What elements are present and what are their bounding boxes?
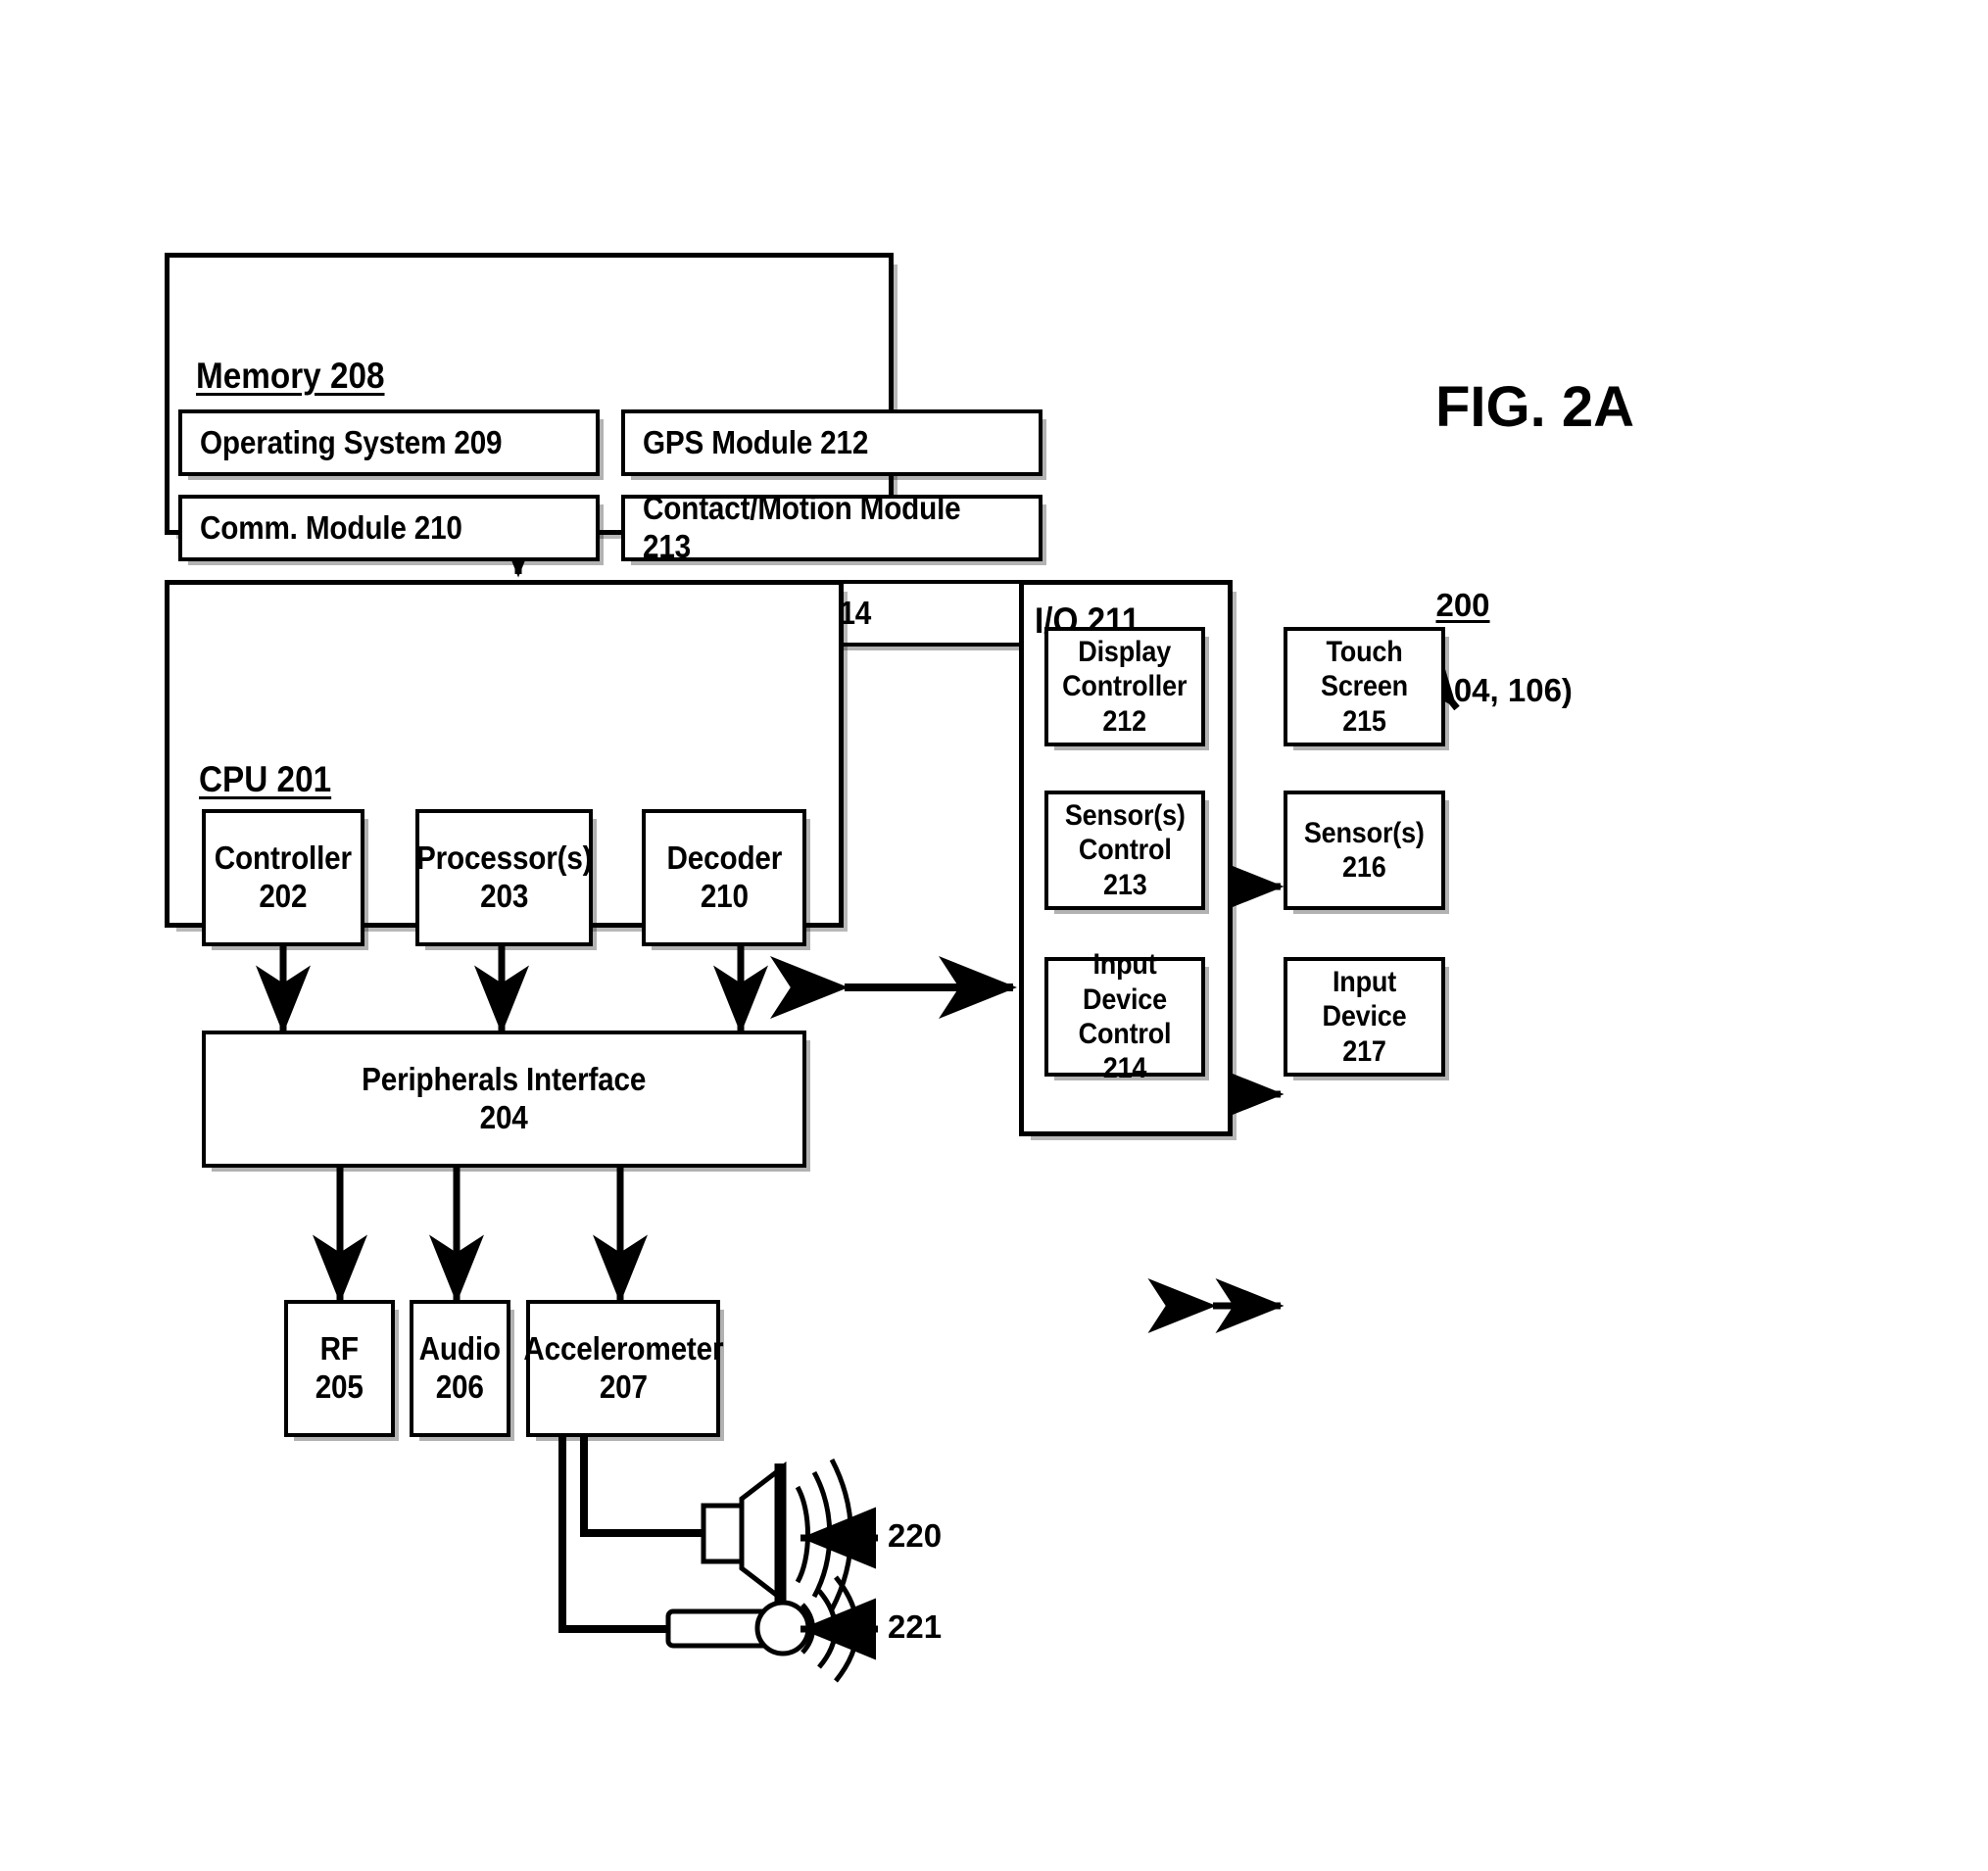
peripheral-accelerometer[interactable]: Accelerometer 207: [522, 1300, 724, 1437]
cpu-block-processor[interactable]: Processor(s) 203: [415, 809, 593, 946]
io-controller-label: Display Controller 212: [1062, 635, 1188, 738]
peripheral-label: Accelerometer 207: [522, 1330, 724, 1405]
io-controller-sensors[interactable]: Sensor(s) Control 213: [1044, 791, 1205, 910]
peripheral-label: RF 205: [315, 1330, 364, 1405]
io-device-label: Input Device 217: [1322, 965, 1407, 1068]
memory-module-label: Contact/Motion Module 213: [643, 490, 961, 564]
memory-module-label: GPS Module 212: [643, 423, 869, 460]
memory-title: Memory 208: [196, 356, 385, 396]
io-device-input-device[interactable]: Input Device 217: [1284, 957, 1445, 1077]
peripheral-rf[interactable]: RF 205: [284, 1300, 395, 1437]
memory-module-label: Operating System 209: [200, 423, 503, 460]
peripherals-interface-block[interactable]: Peripherals Interface 204: [202, 1031, 806, 1168]
cpu-block-decoder[interactable]: Decoder 210: [642, 809, 806, 946]
microphone-icon: [665, 1575, 860, 1683]
memory-module-operating-system[interactable]: Operating System 209: [178, 409, 600, 476]
memory-module-gps[interactable]: GPS Module 212: [621, 409, 1042, 476]
io-controller-label: Input Device Control 214: [1078, 948, 1172, 1085]
io-device-label: Touch Screen 215: [1321, 635, 1408, 738]
memory-module-contact-motion[interactable]: Contact/Motion Module 213: [621, 490, 1042, 564]
io-controller-input-device[interactable]: Input Device Control 214: [1044, 948, 1205, 1084]
io-device-touch-screen[interactable]: Touch Screen 215: [1284, 627, 1445, 746]
microphone-reference-number: 221: [888, 1608, 943, 1645]
peripherals-interface-label: Peripherals Interface 204: [362, 1061, 647, 1135]
patent-figure-page: FIG. 2A 200 (102, 104, 106) Memory 208 O…: [0, 0, 1988, 1871]
cpu-block-label: Decoder 210: [666, 840, 782, 914]
peripheral-audio[interactable]: Audio 206: [410, 1300, 510, 1437]
cpu-title: CPU 201: [199, 759, 332, 799]
cpu-block-label: Processor(s) 203: [415, 840, 593, 914]
figure-title: FIG. 2A: [1435, 375, 1635, 439]
io-controller-display[interactable]: Display Controller 212: [1044, 627, 1205, 746]
io-device-label: Sensor(s) 216: [1304, 816, 1425, 884]
io-controller-label: Sensor(s) Control 213: [1064, 798, 1186, 901]
memory-module-comm[interactable]: Comm. Module 210: [178, 495, 600, 561]
cpu-block-controller[interactable]: Controller 202: [202, 809, 364, 946]
memory-module-label: Comm. Module 210: [200, 508, 462, 546]
speaker-icon: [701, 1458, 853, 1611]
device-reference-number: 200: [1435, 586, 1490, 623]
speaker-reference-number: 220: [888, 1517, 943, 1554]
io-device-sensors[interactable]: Sensor(s) 216: [1284, 791, 1445, 910]
peripheral-label: Audio 206: [418, 1330, 502, 1405]
cpu-block-label: Controller 202: [214, 840, 353, 914]
